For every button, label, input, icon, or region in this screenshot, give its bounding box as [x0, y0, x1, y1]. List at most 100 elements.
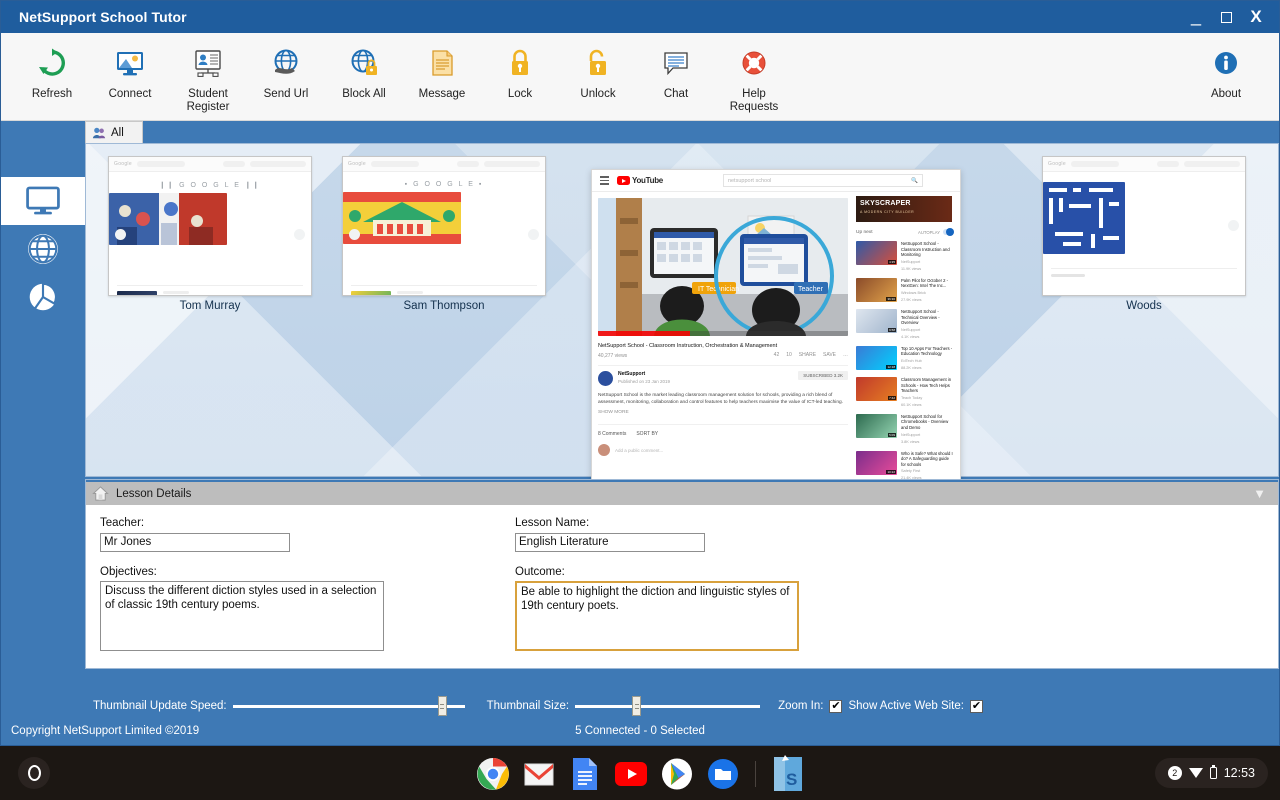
message-icon — [427, 43, 457, 83]
recommended-thumb: 9:58 — [856, 309, 897, 333]
toolbar-connect-button[interactable]: Connect — [91, 39, 169, 101]
student-thumbnail[interactable]: Google ▪ G O O G L E ▪ — [342, 156, 546, 312]
recommended-meta: NetSupport School - Classroom Instructio… — [901, 241, 954, 272]
toolbar-student-register-label: Student Register — [187, 88, 230, 114]
netsupport-app-icon[interactable]: S — [770, 756, 806, 792]
close-button[interactable]: X — [1241, 1, 1271, 33]
carousel-prev-icon[interactable] — [115, 229, 126, 240]
recommended-video-item[interactable]: 7:42 Classroom Management in Schools - H… — [856, 377, 954, 408]
tab-all[interactable]: All — [85, 121, 143, 143]
youtube-search-input[interactable]: netsupport school 🔍 — [723, 174, 923, 187]
sidebar-item-survey-view[interactable] — [1, 273, 85, 321]
thumbnail-size-slider[interactable] — [575, 705, 760, 708]
play-store-app-icon[interactable] — [659, 756, 695, 792]
thumbnail-controls-bar: Thumbnail Update Speed: Thumbnail Size: … — [1, 691, 1279, 721]
clock[interactable]: 12:53 — [1224, 766, 1255, 780]
sidebar-item-web-view[interactable] — [1, 225, 85, 273]
subscribe-button[interactable]: SUBSCRIBED 3.2K — [798, 371, 848, 380]
more-options-icon[interactable]: … — [843, 352, 848, 358]
doodle-image — [343, 192, 461, 244]
hamburger-menu-icon[interactable] — [600, 174, 609, 186]
toolbar-lock-button[interactable]: Lock — [481, 39, 559, 101]
toolbar-lock-label: Lock — [508, 88, 532, 101]
wifi-icon[interactable] — [1189, 768, 1203, 778]
carousel-next-icon[interactable] — [528, 229, 539, 240]
mini-browser-bar: Google — [1043, 157, 1245, 172]
mini-pill-3 — [1184, 161, 1240, 167]
save-button[interactable]: SAVE — [823, 352, 836, 358]
recommended-title: Palm Pilot for October 2 - NextGen: Inte… — [901, 278, 954, 289]
google-wordmark-mini: ▪ G O O G L E ▪ — [343, 181, 545, 188]
toolbar-refresh-button[interactable]: Refresh — [13, 39, 91, 101]
student-register-line2: Register — [187, 101, 230, 113]
docs-app-icon[interactable] — [567, 756, 603, 792]
system-tray[interactable]: 2 12:53 — [1155, 758, 1268, 788]
youtube-logo[interactable]: YouTube — [617, 176, 663, 185]
chevron-down-icon[interactable]: ▼ — [1253, 486, 1266, 501]
toolbar-about-button[interactable]: About — [1187, 39, 1265, 101]
files-app-icon[interactable] — [705, 756, 741, 792]
maximize-button[interactable] — [1211, 1, 1241, 33]
dislike-count[interactable]: 10 — [786, 352, 792, 358]
thumbnail-update-speed-slider[interactable] — [233, 705, 465, 708]
video-duration: 4:35 — [888, 260, 896, 264]
minimize-button[interactable]: _ — [1181, 1, 1211, 33]
video-player[interactable]: IT Technician Teacher — [598, 198, 848, 336]
mini-pill-2 — [457, 161, 479, 167]
carousel-next-icon[interactable] — [1228, 220, 1239, 231]
show-active-web-site-checkbox[interactable]: ✔ — [970, 700, 983, 713]
gmail-app-icon[interactable] — [521, 756, 557, 792]
carousel-next-icon[interactable] — [294, 229, 305, 240]
share-button[interactable]: SHARE — [799, 352, 816, 358]
sidebar-ad[interactable]: SKYSCRAPER A MODERN CITY BUILDER — [856, 196, 952, 222]
toolbar-block-all-button[interactable]: Block All — [325, 39, 403, 101]
toolbar-chat-button[interactable]: Chat — [637, 39, 715, 101]
battery-icon[interactable] — [1210, 767, 1217, 779]
add-comment-row[interactable]: Add a public comment... — [598, 444, 848, 456]
youtube-app-icon[interactable] — [613, 756, 649, 792]
recommended-video-item[interactable]: 12:18 Top 10 Apps For Teachers - Educati… — [856, 346, 954, 371]
toolbar-message-button[interactable]: Message — [403, 39, 481, 101]
toolbar-student-register-button[interactable]: Student Register — [169, 39, 247, 114]
lesson-details-header[interactable]: Lesson Details ▼ — [86, 480, 1278, 505]
recommended-thumb: 10:22 — [856, 451, 897, 475]
mini-url-pill — [1071, 161, 1119, 167]
show-more-button[interactable]: SHOW MORE — [598, 410, 848, 415]
mini-line-1 — [1051, 274, 1085, 277]
recommended-video-item[interactable]: 10:22 Who is Safe? What should I do? A S… — [856, 451, 954, 482]
thumbnail-update-speed-knob[interactable] — [438, 696, 447, 716]
mini-result-thumb — [117, 291, 157, 296]
outcome-field[interactable] — [515, 581, 799, 651]
recommended-channel: Teach Today — [901, 396, 954, 401]
student-thumbnail[interactable]: Google — [1042, 156, 1246, 312]
objectives-field[interactable] — [100, 581, 384, 651]
autoplay-toggle[interactable] — [943, 229, 954, 235]
mini-result-card — [351, 285, 537, 296]
chrome-app-icon[interactable] — [475, 756, 511, 792]
lesson-details-panel: Lesson Details ▼ Teacher: Objectives: Le… — [85, 479, 1279, 669]
sidebar-item-monitor-view[interactable] — [1, 177, 85, 225]
google-logo-mini: Google — [348, 161, 366, 167]
rail-top-spacer — [1, 143, 85, 177]
student-thumbnail[interactable]: Google ❙❙ G O O G L E ❙❙ — [108, 156, 312, 312]
toolbar-unlock-button[interactable]: Unlock — [559, 39, 637, 101]
notification-badge[interactable]: 2 — [1168, 766, 1182, 780]
carousel-prev-icon[interactable] — [349, 229, 360, 240]
zoom-in-checkbox[interactable]: ✔ — [829, 700, 842, 713]
like-count[interactable]: 42 — [774, 352, 780, 358]
recommended-video-item[interactable]: 5:09 NetSupport School for Chromebooks -… — [856, 414, 954, 445]
recommended-video-item[interactable]: 9:58 NetSupport School - Technical Overv… — [856, 309, 954, 340]
channel-avatar[interactable] — [598, 371, 613, 386]
toolbar-send-url-button[interactable]: Send Url — [247, 39, 325, 101]
view-rail — [1, 143, 85, 681]
toolbar-help-requests-button[interactable]: Help Requests — [715, 39, 793, 114]
youtube-wordmark: YouTube — [632, 176, 663, 185]
recommended-video-item[interactable]: 4:35 NetSupport School - Classroom Instr… — [856, 241, 954, 272]
teacher-field[interactable] — [100, 533, 290, 552]
sort-comments-button[interactable]: SORT BY — [636, 431, 658, 437]
lesson-name-field[interactable] — [515, 533, 705, 552]
search-icon[interactable]: 🔍 — [911, 178, 918, 184]
recommended-video-item[interactable]: 36:30 Palm Pilot for October 2 - NextGen… — [856, 278, 954, 303]
thumbnail-size-knob[interactable] — [632, 696, 641, 716]
channel-name[interactable]: NetSupport — [618, 371, 670, 377]
